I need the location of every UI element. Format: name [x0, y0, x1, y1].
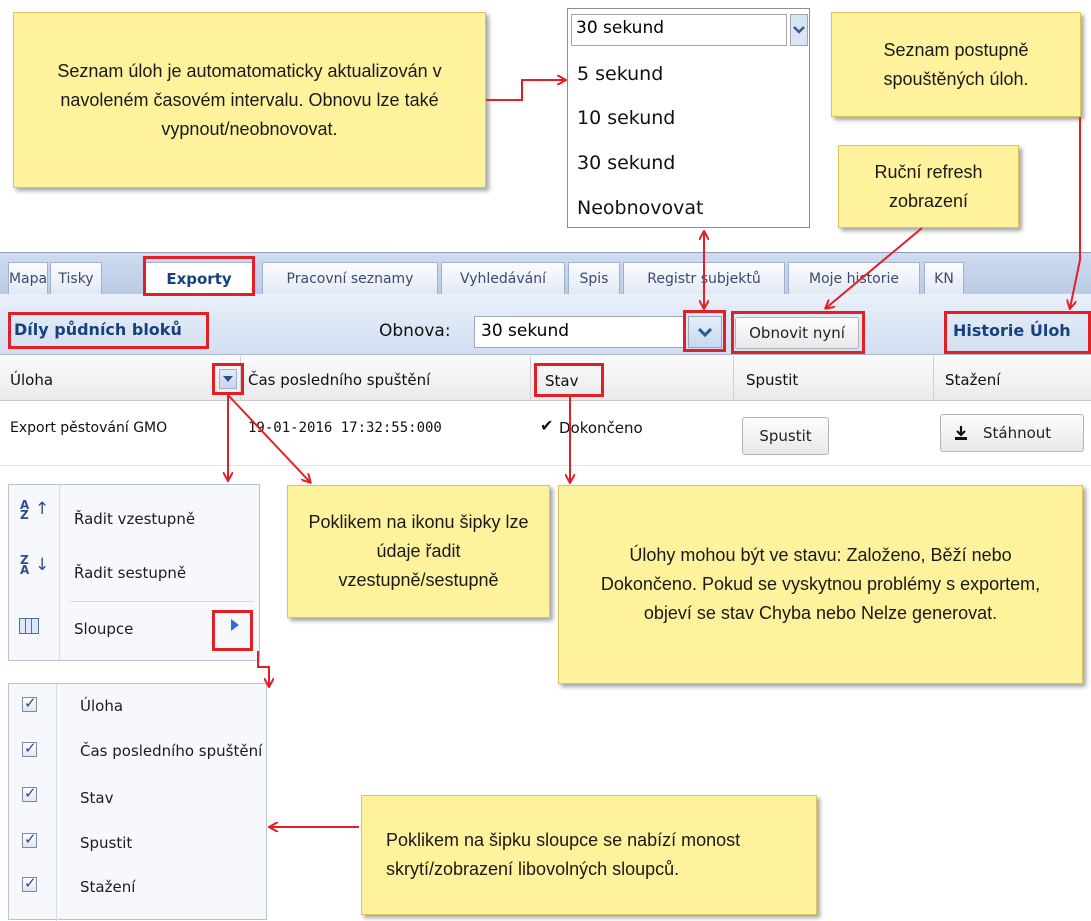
annotation-arrows — [0, 0, 1081, 920]
